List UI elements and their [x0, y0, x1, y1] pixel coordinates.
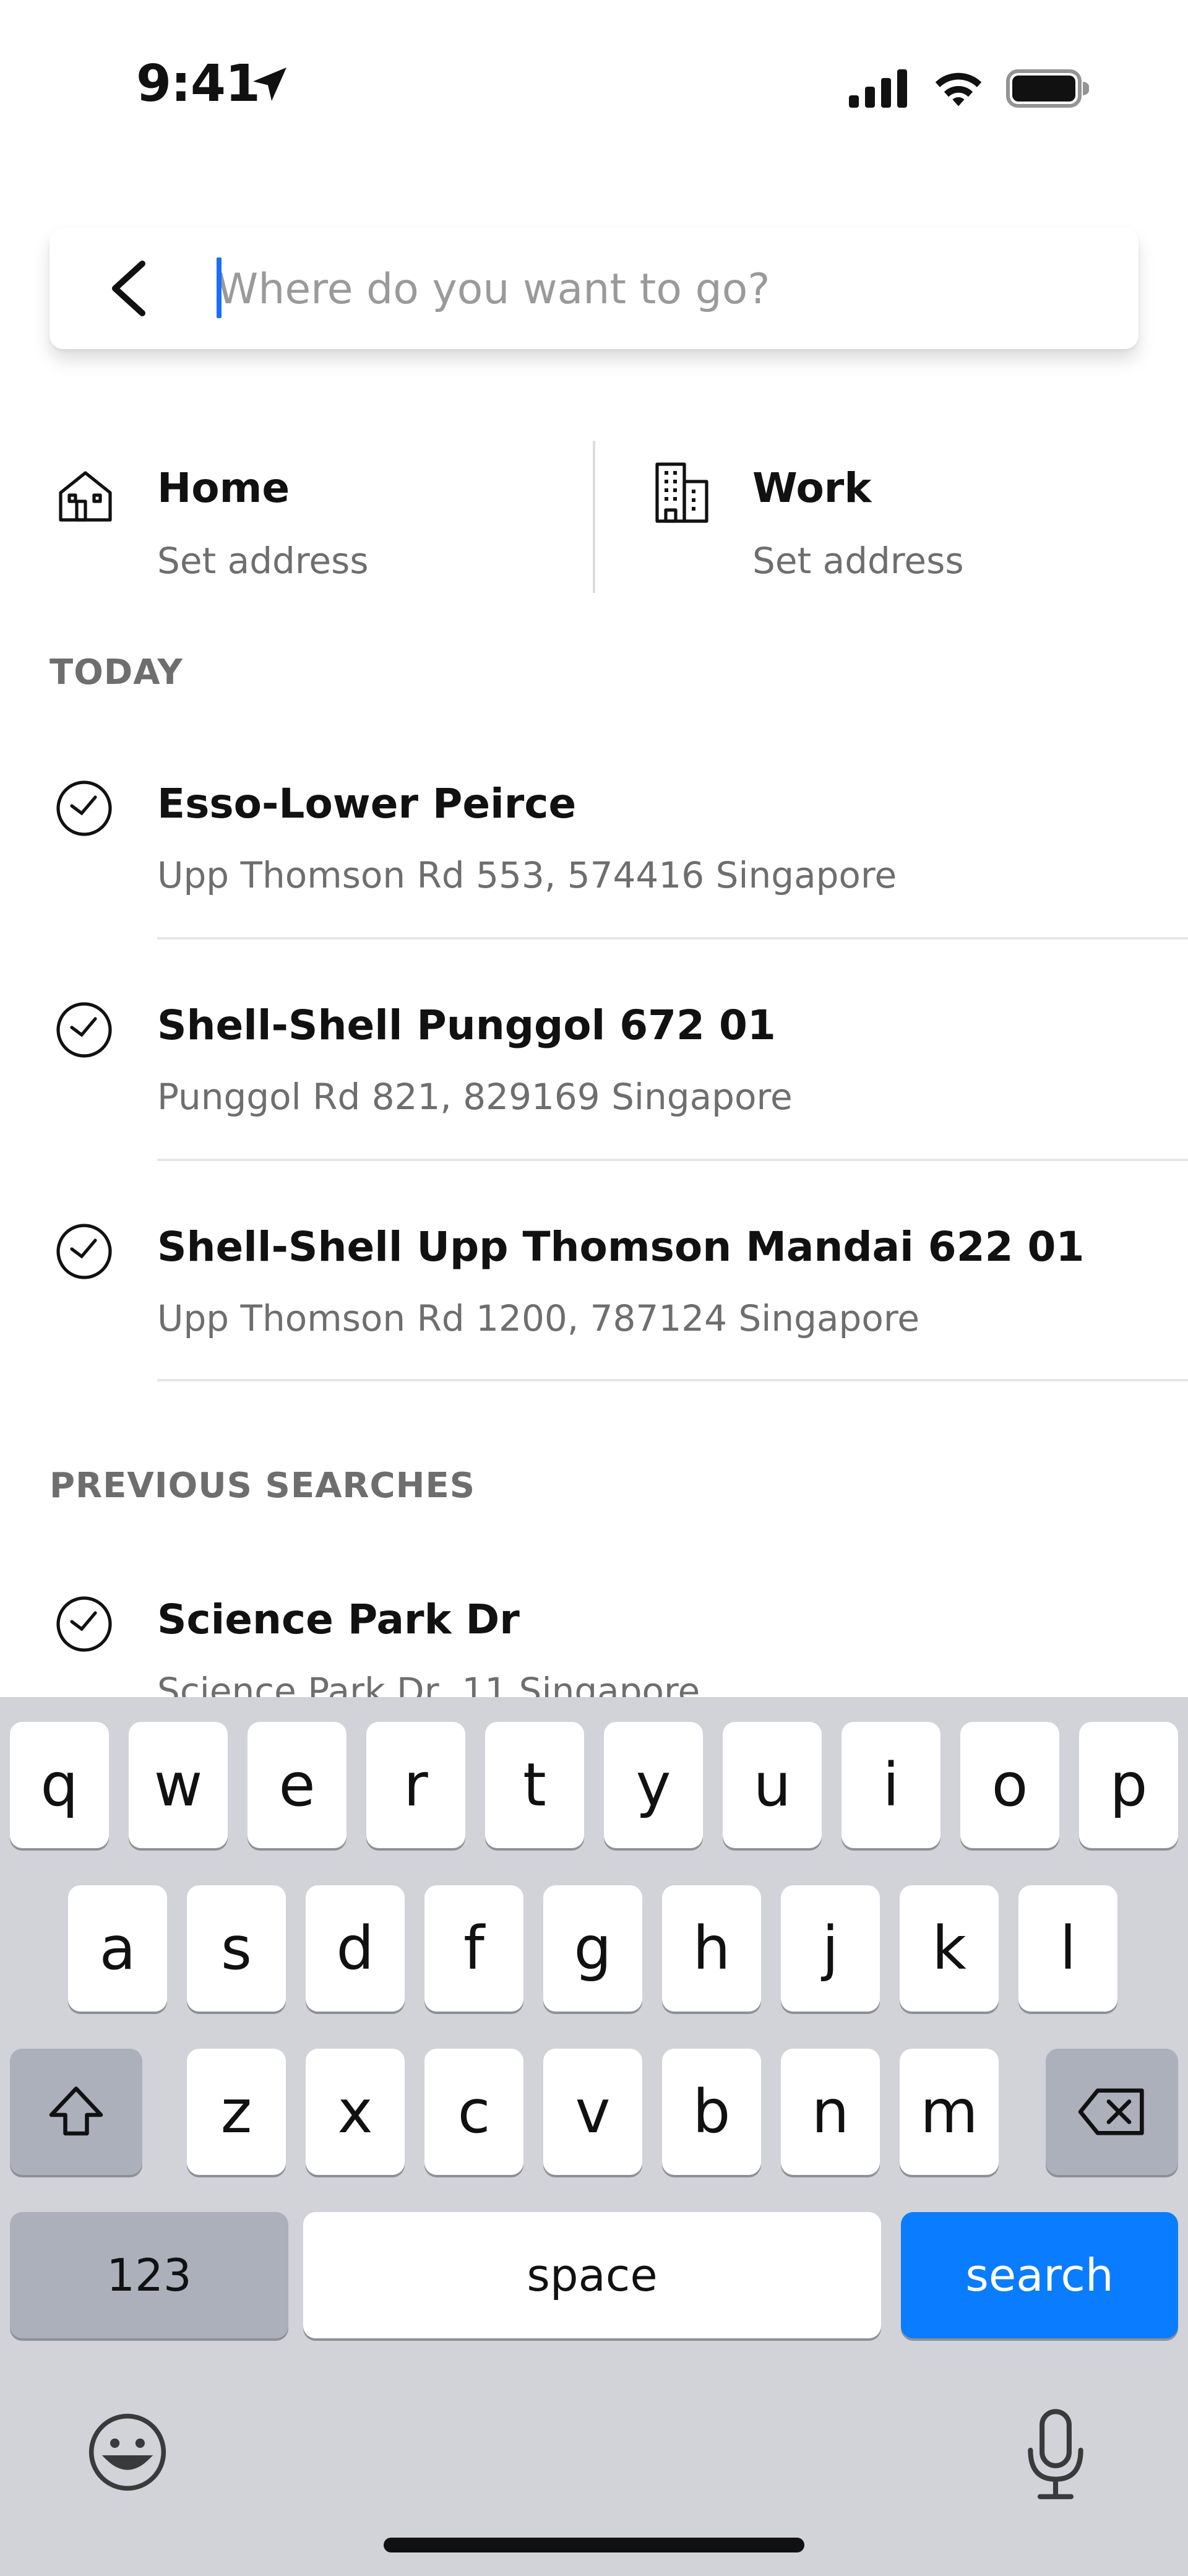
- shortcut-home[interactable]: Home Set address: [50, 458, 593, 594]
- status-indicators: [849, 68, 1090, 111]
- back-button[interactable]: [105, 259, 155, 318]
- list-item-subtitle: Upp Thomson Rd 553, 574416 Singapore: [157, 854, 897, 896]
- key-e[interactable]: e: [248, 1722, 346, 1848]
- list-item-subtitle: Upp Thomson Rd 1200, 787124 Singapore: [157, 1297, 920, 1339]
- shortcut-work[interactable]: Work Set address: [644, 458, 1188, 594]
- list-item[interactable]: Shell-Shell Upp Thomson Mandai 622 01 Up…: [0, 1204, 1188, 1384]
- key-o[interactable]: o: [960, 1722, 1059, 1848]
- list-item-title: Shell-Shell Upp Thomson Mandai 622 01: [157, 1223, 1085, 1271]
- emoji-button[interactable]: [84, 2409, 171, 2496]
- microphone-icon: [1028, 2409, 1083, 2499]
- key-k[interactable]: k: [900, 1885, 999, 2012]
- key-x[interactable]: x: [306, 2049, 405, 2175]
- key-d[interactable]: d: [306, 1885, 405, 2012]
- key-m[interactable]: m: [900, 2049, 999, 2175]
- clock-icon: [54, 1222, 114, 1281]
- home-icon: [56, 465, 115, 525]
- key-j[interactable]: j: [781, 1885, 880, 2012]
- list-item-title: Esso-Lower Peirce: [157, 780, 577, 828]
- shortcut-home-title: Home: [157, 464, 290, 512]
- battery-icon: [1006, 69, 1090, 110]
- key-f[interactable]: f: [424, 1885, 523, 2012]
- key-w[interactable]: w: [129, 1722, 228, 1848]
- building-icon: [652, 459, 712, 523]
- location-arrow-icon: [248, 62, 292, 109]
- key-z[interactable]: z: [187, 2049, 286, 2175]
- clock-icon: [54, 1594, 114, 1654]
- key-u[interactable]: u: [723, 1722, 822, 1848]
- section-heading-previous-searches: PREVIOUS SEARCHES: [50, 1466, 476, 1506]
- section-heading-today: TODAY: [50, 652, 183, 693]
- key-v[interactable]: v: [543, 2049, 642, 2175]
- space-key[interactable]: space: [303, 2212, 881, 2338]
- key-a[interactable]: a: [68, 1885, 167, 2012]
- key-c[interactable]: c: [424, 2049, 523, 2175]
- list-divider: [157, 1379, 1188, 1381]
- key-g[interactable]: g: [543, 1885, 642, 2012]
- text-caret: [217, 257, 222, 318]
- key-p[interactable]: p: [1079, 1722, 1178, 1848]
- numbers-key[interactable]: 123: [10, 2212, 288, 2338]
- shortcut-work-title: Work: [752, 464, 872, 512]
- shortcut-work-subtitle: Set address: [752, 540, 964, 582]
- key-y[interactable]: y: [604, 1722, 703, 1848]
- key-s[interactable]: s: [187, 1885, 286, 2012]
- search-input[interactable]: [217, 261, 1095, 317]
- emoji-icon: [88, 2413, 166, 2491]
- clock-icon: [54, 779, 114, 838]
- list-item[interactable]: Shell-Shell Punggol 672 01 Punggol Rd 82…: [0, 983, 1188, 1162]
- key-h[interactable]: h: [662, 1885, 761, 2012]
- chevron-left-icon: [112, 261, 145, 316]
- list-item-subtitle: Punggol Rd 821, 829169 Singapore: [157, 1076, 793, 1118]
- list-divider: [157, 1159, 1188, 1161]
- shift-icon: [49, 2086, 103, 2136]
- dictation-button[interactable]: [1025, 2408, 1087, 2500]
- shortcut-divider: [593, 441, 595, 593]
- keyboard: q w e r t y u i o p a s d f g h j k l z …: [0, 1697, 1188, 2576]
- delete-key[interactable]: [1046, 2049, 1178, 2175]
- home-indicator: [384, 2538, 804, 2552]
- clock-icon: [54, 1000, 114, 1060]
- key-r[interactable]: r: [366, 1722, 465, 1848]
- key-b[interactable]: b: [662, 2049, 761, 2175]
- signal-icon: [849, 69, 911, 110]
- list-item-subtitle: Science Park Dr, 11 Singapore: [157, 1670, 700, 1697]
- list-divider: [157, 937, 1188, 940]
- status-time: 9:41: [136, 54, 260, 113]
- wifi-icon: [931, 68, 986, 111]
- list-item-title: Shell-Shell Punggol 672 01: [157, 1001, 776, 1049]
- key-q[interactable]: q: [10, 1722, 109, 1848]
- key-i[interactable]: i: [842, 1722, 940, 1848]
- key-l[interactable]: l: [1018, 1885, 1117, 2012]
- search-key[interactable]: search: [901, 2212, 1178, 2338]
- list-item-title: Science Park Dr: [157, 1596, 520, 1643]
- list-item[interactable]: Esso-Lower Peirce Upp Thomson Rd 553, 57…: [0, 761, 1188, 941]
- list-item[interactable]: Science Park Dr Science Park Dr, 11 Sing…: [0, 1577, 1188, 1697]
- shift-key[interactable]: [10, 2049, 142, 2175]
- shortcut-home-subtitle: Set address: [157, 540, 369, 582]
- key-n[interactable]: n: [781, 2049, 880, 2175]
- key-t[interactable]: t: [485, 1722, 584, 1848]
- backspace-icon: [1078, 2088, 1144, 2135]
